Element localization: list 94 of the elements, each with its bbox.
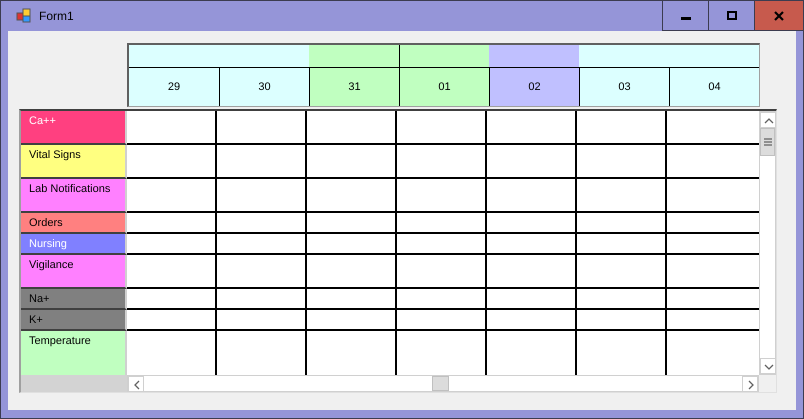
grid-cell[interactable] [667,234,759,255]
grid-cell[interactable] [397,331,487,375]
grid-cell[interactable] [487,145,577,179]
grid-cell[interactable] [397,111,487,145]
grid-cell[interactable] [487,234,577,255]
grid-cell[interactable] [487,213,577,234]
grid-cell[interactable] [217,111,307,145]
day-header: 30 [219,68,309,106]
grid-cell[interactable] [667,179,759,213]
scroll-right-icon[interactable] [742,376,758,392]
grid-cell[interactable] [667,111,759,145]
grid-cell[interactable] [487,310,577,331]
grid-cell[interactable] [217,255,307,289]
grid-cell[interactable] [577,179,667,213]
day-header: 31 [309,68,399,106]
minimize-button[interactable] [662,1,709,31]
grid-cell[interactable] [307,111,397,145]
row-label: Ca++ [21,111,127,145]
grid-cell[interactable] [307,145,397,179]
grid-cell[interactable] [667,145,759,179]
grid-cell[interactable] [397,310,487,331]
grid-cell[interactable] [487,289,577,310]
grid-cell[interactable] [397,234,487,255]
grid-cell[interactable] [577,111,667,145]
scroll-left-icon[interactable] [128,376,144,392]
grid-cell[interactable] [127,179,217,213]
grid-cell[interactable] [307,255,397,289]
grid-cell[interactable] [217,289,307,310]
grid-cell[interactable] [217,234,307,255]
close-button[interactable] [754,1,803,31]
day-header: 01 [399,68,489,106]
grid-cell[interactable] [307,179,397,213]
grid-cell[interactable] [397,213,487,234]
grid-cell[interactable] [577,289,667,310]
grid-cell[interactable] [307,310,397,331]
grid-cell[interactable] [397,255,487,289]
grid-cell[interactable] [667,331,759,375]
grid-cell[interactable] [397,289,487,310]
row-label: Na+ [21,289,127,310]
grid-cell[interactable] [577,331,667,375]
row-label: Temperature [21,331,127,375]
grid-cell[interactable] [127,331,217,375]
grid-cell[interactable] [577,213,667,234]
row-label: Vigilance [21,255,127,289]
grid-cell[interactable] [487,331,577,375]
row-label: Orders [21,213,127,234]
grid-cell[interactable] [127,289,217,310]
scroll-down-icon[interactable] [760,358,776,374]
minimize-icon [680,17,690,20]
grid-cell[interactable] [487,179,577,213]
row-label: Vital Signs [21,145,127,179]
scroll-thumb[interactable] [760,128,775,156]
day-header: 02 [489,68,579,106]
grid-cell[interactable] [127,234,217,255]
grid-cell[interactable] [397,179,487,213]
grid-cell[interactable] [307,289,397,310]
grid-cell[interactable] [217,179,307,213]
day-header: 29 [129,68,219,106]
grid-cell[interactable] [217,331,307,375]
grid-cell[interactable] [127,145,217,179]
grid-cell[interactable] [217,213,307,234]
grid-cell[interactable] [127,111,217,145]
grid-cell[interactable] [577,145,667,179]
grid-cell[interactable] [307,331,397,375]
grid-cell[interactable] [487,255,577,289]
row-label: Nursing [21,234,127,255]
grid-cell[interactable] [487,111,577,145]
grid-cell[interactable] [307,213,397,234]
grid-cell[interactable] [217,145,307,179]
grid-cell[interactable] [577,310,667,331]
day-header: 04 [669,68,759,106]
close-icon [774,10,784,20]
app-icon [16,8,32,24]
grid-cell[interactable] [577,255,667,289]
maximize-icon [726,10,736,20]
vertical-scrollbar[interactable] [759,111,776,375]
scroll-up-icon[interactable] [760,112,776,128]
grid-cell[interactable] [127,255,217,289]
grid-cell[interactable] [667,255,759,289]
grid-cell[interactable] [667,289,759,310]
grid-cell[interactable] [577,234,667,255]
grid-cell[interactable] [127,310,217,331]
day-header: 03 [579,68,669,106]
grid-cell[interactable] [667,213,759,234]
grid-cell[interactable] [667,310,759,331]
horizontal-scrollbar[interactable] [127,375,759,392]
grid-cell[interactable] [307,234,397,255]
scroll-thumb[interactable] [432,376,449,391]
row-label: K+ [21,310,127,331]
window-title: Form1 [39,9,74,23]
grid-cell[interactable] [127,213,217,234]
grid-cell[interactable] [217,310,307,331]
row-label: Lab Notifications [21,179,127,213]
grid-cell[interactable] [397,145,487,179]
